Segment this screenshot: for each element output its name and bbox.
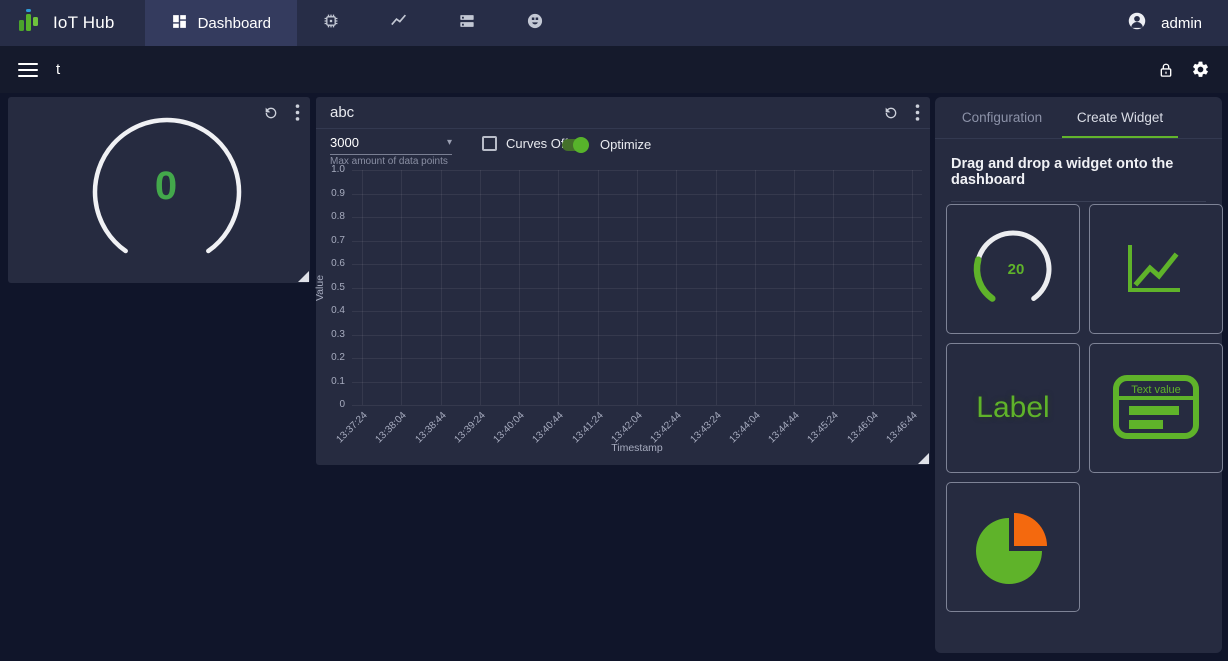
gauge-value: 0	[116, 164, 216, 209]
x-axis-title: Timestamp	[352, 442, 922, 454]
widget-tiles: 20 Label Text value	[946, 204, 1223, 612]
divider	[951, 201, 1206, 202]
text-value-card-icon: Text value	[1108, 365, 1204, 451]
panel-message: Drag and drop a widget onto the dashboar…	[951, 156, 1206, 188]
chevron-down-icon: ▾	[447, 137, 452, 148]
refresh-icon[interactable]	[883, 105, 899, 121]
gridline	[480, 170, 481, 405]
text-value-card-title: Text value	[1131, 384, 1181, 396]
dashboard-name: t	[56, 61, 60, 78]
checkbox-box	[482, 136, 497, 151]
user-avatar-icon	[1126, 10, 1148, 36]
storage-icon	[457, 11, 477, 36]
username: admin	[1161, 15, 1202, 32]
y-tick-label: 0.8	[317, 211, 345, 222]
y-tick-label: 0.1	[317, 376, 345, 387]
brand[interactable]: IoT Hub	[0, 7, 131, 40]
dashboard-toolbar: t	[0, 46, 1228, 93]
optimize-toggle[interactable]: Optimize	[562, 137, 651, 152]
chart-title: abc	[330, 104, 354, 121]
y-axis-title: Value	[314, 266, 326, 310]
toggle-track	[562, 139, 588, 151]
gridline	[833, 170, 834, 405]
tile-pie-chart-widget[interactable]	[946, 482, 1080, 612]
tab-dashboard[interactable]: Dashboard	[145, 0, 297, 46]
panel-tabs: Configuration Create Widget	[935, 97, 1222, 139]
tile-line-chart-widget[interactable]	[1089, 204, 1223, 334]
chart-plot-area	[352, 170, 922, 405]
tab-configuration[interactable]: Configuration	[943, 97, 1061, 138]
y-tick-label: 1.0	[317, 164, 345, 175]
gridline	[519, 170, 520, 405]
settings-gear-icon[interactable]	[1191, 60, 1210, 79]
pie-chart-icon	[968, 502, 1058, 592]
tile-gauge-widget[interactable]: 20	[946, 204, 1080, 334]
tab-devices[interactable]	[297, 0, 365, 46]
brand-title: IoT Hub	[53, 13, 115, 33]
chart-widget: abc 3000 ▾ Max amount of data points Cur…	[316, 97, 930, 465]
gridline	[558, 170, 559, 405]
tab-dashboard-label: Dashboard	[198, 15, 271, 32]
toggle-knob	[573, 137, 589, 153]
label-preview-text: Label	[976, 391, 1049, 425]
tab-create-widget[interactable]: Create Widget	[1061, 97, 1179, 138]
y-tick-label: 0.9	[317, 188, 345, 199]
iot-hub-logo-icon	[16, 7, 44, 40]
gridline	[401, 170, 402, 405]
y-tick-label: 0.7	[317, 235, 345, 246]
user-menu[interactable]: admin	[1126, 10, 1228, 36]
max-datapoints-helper: Max amount of data points	[330, 156, 448, 167]
gridline	[637, 170, 638, 405]
gauge-preview-value: 20	[1008, 261, 1025, 278]
more-options-icon[interactable]	[295, 104, 300, 121]
gridline	[598, 170, 599, 405]
gridline	[676, 170, 677, 405]
curves-off-label: Curves Off	[506, 136, 568, 151]
chart-widget-header: abc	[316, 97, 930, 129]
tab-entities[interactable]	[433, 0, 501, 46]
trend-chart-icon	[389, 11, 409, 36]
resize-handle[interactable]	[918, 453, 929, 464]
dashboard-grid-icon	[171, 13, 188, 34]
refresh-icon[interactable]	[263, 105, 279, 121]
max-datapoints-select[interactable]: 3000 ▾	[330, 135, 452, 155]
y-tick-label: 0.2	[317, 352, 345, 363]
top-navbar: IoT Hub Dashboard	[0, 0, 1228, 46]
y-tick-label: 0	[317, 399, 345, 410]
gridline	[362, 170, 363, 405]
curves-off-checkbox[interactable]: Curves Off	[482, 136, 568, 151]
create-widget-panel: Configuration Create Widget Drag and dro…	[935, 97, 1222, 653]
chip-icon	[321, 11, 341, 36]
gauge-preview-icon: 20	[963, 222, 1063, 317]
lock-icon[interactable]	[1157, 61, 1175, 79]
tab-data[interactable]	[365, 0, 433, 46]
circle-menu-icon	[525, 11, 545, 36]
tile-text-value-widget[interactable]: Text value	[1089, 343, 1223, 473]
gauge-widget: 0	[8, 97, 310, 283]
tile-label-widget[interactable]: Label	[946, 343, 1080, 473]
y-tick-label: 0.3	[317, 329, 345, 340]
max-datapoints-value: 3000	[330, 135, 359, 150]
tab-community[interactable]	[501, 0, 569, 46]
optimize-label: Optimize	[600, 137, 651, 152]
gridline	[441, 170, 442, 405]
resize-handle[interactable]	[298, 271, 309, 282]
chart-plot: 1.00.90.80.70.60.50.40.30.20.10 13:37:24…	[352, 170, 922, 405]
gridline	[755, 170, 756, 405]
line-chart-icon	[1116, 233, 1196, 305]
menu-icon[interactable]	[18, 63, 38, 77]
gridline	[912, 170, 913, 405]
gridline	[716, 170, 717, 405]
more-options-icon[interactable]	[915, 104, 920, 121]
gridline	[794, 170, 795, 405]
gridline	[873, 170, 874, 405]
